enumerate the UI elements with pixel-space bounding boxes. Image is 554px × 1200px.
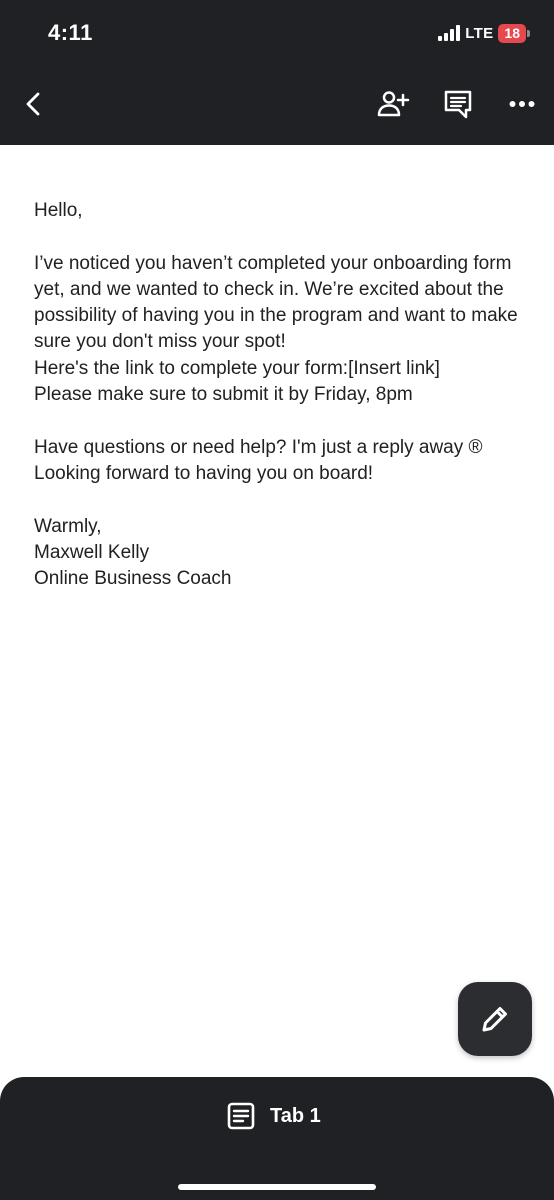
status-time: 4:11	[48, 20, 93, 45]
document-icon	[227, 1102, 255, 1130]
more-icon	[509, 101, 535, 107]
doc-line: I’ve noticed you haven’t completed your …	[34, 252, 518, 353]
doc-line: Here's the link to complete your form:[I…	[34, 357, 440, 379]
more-button[interactable]	[500, 82, 544, 126]
pencil-icon	[482, 1007, 507, 1032]
back-button[interactable]	[12, 82, 56, 126]
app-header: 4:11 LTE 18	[0, 0, 554, 145]
status-bar: 4:11 LTE 18	[0, 0, 554, 68]
share-button[interactable]	[372, 82, 416, 126]
doc-line: Warmly,	[34, 515, 102, 537]
comment-button[interactable]	[436, 82, 480, 126]
doc-line: Have questions or need help? I'm just a …	[34, 436, 483, 458]
doc-line: Online Business Coach	[34, 568, 232, 590]
add-person-icon	[377, 91, 410, 117]
bottom-tab-bar: Tab 1	[0, 1077, 554, 1200]
battery-icon: 18	[498, 23, 526, 43]
home-indicator[interactable]	[178, 1184, 376, 1190]
doc-line: Looking forward to having you on board!	[34, 462, 374, 484]
document-body[interactable]: Hello, I’ve noticed you haven’t completed…	[34, 198, 520, 592]
comment-icon	[444, 90, 472, 119]
doc-toolbar	[0, 68, 554, 145]
battery-nub	[527, 29, 530, 37]
tab-1[interactable]: Tab 1	[226, 1099, 321, 1133]
signal-icon	[438, 25, 461, 41]
doc-line: Please make sure to submit it by Friday,…	[34, 384, 413, 406]
doc-line: Maxwell Kelly	[34, 541, 150, 563]
network-type: LTE	[465, 24, 494, 42]
tab-label: Tab 1	[270, 1104, 321, 1127]
status-indicators: LTE 18	[438, 22, 530, 44]
doc-line: Hello,	[34, 200, 83, 221]
edit-fab-button[interactable]	[458, 982, 532, 1056]
back-icon	[26, 92, 40, 116]
